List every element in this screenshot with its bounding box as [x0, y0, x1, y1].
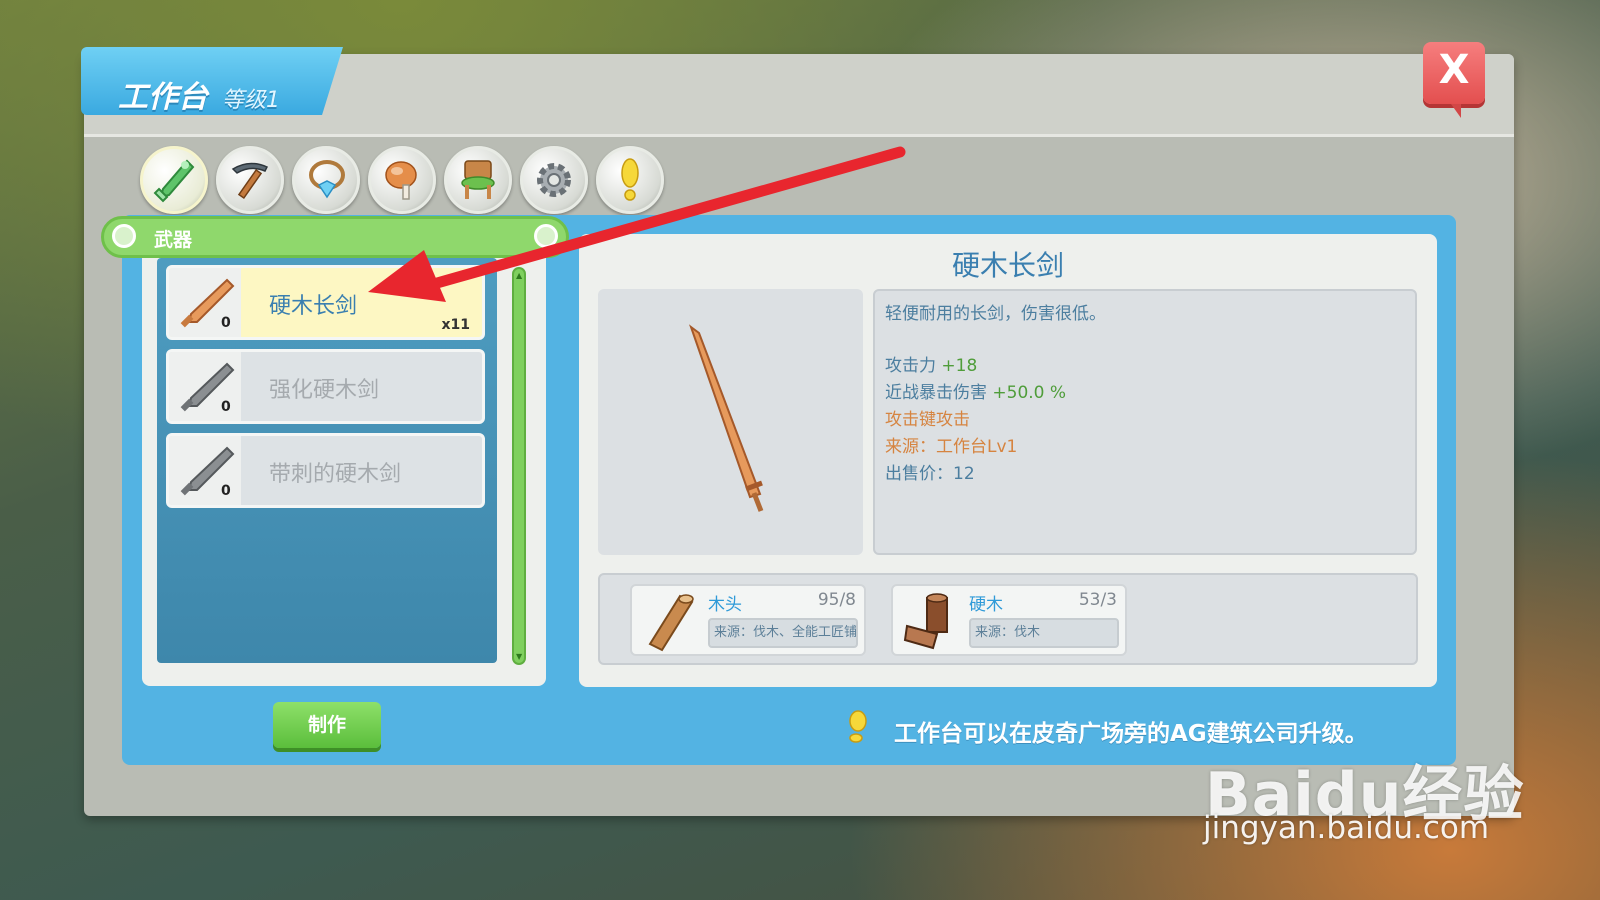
window-title: 工作台 等级1	[118, 72, 280, 116]
recipe-item[interactable]: 0 带刺的硬木剑	[166, 433, 485, 508]
stat-crit-label: 近战暴击伤害	[885, 383, 987, 403]
description-text: 轻便耐用的长剑，伤害很低。	[885, 304, 1106, 324]
panel-header: 工作台 等级1	[81, 47, 1514, 137]
tab-accessory[interactable]	[292, 146, 360, 214]
stat-attack-label: 攻击力	[885, 356, 936, 376]
craft-button[interactable]: 制作	[273, 702, 381, 748]
material-name: 木头	[708, 595, 742, 615]
close-button[interactable]: X	[1423, 42, 1485, 118]
material-item[interactable]: 硬木 53/3 来源：伐木	[891, 584, 1127, 656]
scroll-up-icon[interactable]: ▲	[516, 271, 522, 280]
hardwood-icon	[903, 593, 948, 650]
material-source: 来源：伐木、全能工匠铺	[708, 618, 858, 648]
tab-furniture[interactable]	[444, 146, 512, 214]
exclamation-icon	[621, 158, 639, 201]
pendant-icon	[309, 160, 345, 199]
tab-food[interactable]	[368, 146, 436, 214]
wooden-longsword-icon	[688, 324, 764, 512]
material-count: 53/3	[1078, 590, 1117, 610]
item-preview	[598, 289, 863, 555]
item-title: 硬木长剑	[951, 249, 1064, 282]
recipe-owned-count: 0	[221, 483, 231, 499]
stat-crit: 近战暴击伤害 +50.0 %	[885, 378, 1066, 403]
pickaxe-icon	[231, 162, 269, 200]
material-count: 95/8	[817, 590, 856, 610]
stat-attack-value: +18	[941, 356, 978, 376]
window-title-text: 工作台	[118, 80, 208, 115]
green-sword-icon	[153, 159, 195, 203]
meat-icon	[385, 161, 417, 200]
material-item[interactable]: 木头 95/8 来源：伐木、全能工匠铺	[630, 584, 866, 656]
recipe-item[interactable]: 0 硬木长剑 x11	[166, 265, 485, 340]
hint-text: 工作台可以在皮奇广场旁的AG建筑公司升级。	[894, 721, 1368, 747]
source-text: 来源：工作台Lv1	[885, 437, 1018, 457]
wood-log-icon	[648, 594, 694, 652]
hint-bulb-icon	[849, 710, 867, 743]
sell-price: 出售价：12	[885, 464, 975, 484]
recipe-owned-count: 0	[221, 399, 231, 415]
recipe-item[interactable]: 0 强化硬木剑	[166, 349, 485, 424]
item-description: 轻便耐用的长剑，伤害很低。 攻击力 +18 近战暴击伤害 +50.0 % 攻击键…	[873, 289, 1417, 555]
material-source: 来源：伐木	[969, 618, 1119, 648]
tab-quest[interactable]	[596, 146, 664, 214]
recipe-name: 带刺的硬木剑	[269, 462, 402, 487]
attack-key-text: 攻击键攻击	[885, 410, 970, 430]
stat-crit-value: +50.0 %	[992, 383, 1067, 403]
category-label: 武器	[154, 229, 193, 251]
category-tabs	[140, 146, 664, 214]
recipe-name: 强化硬木剑	[269, 378, 380, 403]
tab-parts[interactable]	[520, 146, 588, 214]
recipe-scrollbar[interactable]: ▲ ▼	[512, 267, 526, 665]
category-header: 武器	[101, 216, 569, 258]
recipe-name: 硬木长剑	[269, 294, 358, 319]
watermark-url: jingyan.baidu.com	[1203, 810, 1490, 846]
tab-weapon[interactable]	[140, 146, 208, 214]
gear-icon	[537, 163, 571, 197]
recipe-owned-count: 0	[221, 315, 231, 331]
category-knob-left	[112, 224, 136, 248]
material-name: 硬木	[969, 595, 1003, 615]
category-knob-right	[534, 224, 558, 248]
scroll-down-icon[interactable]: ▼	[516, 652, 522, 661]
chair-icon	[461, 160, 495, 199]
stat-attack: 攻击力 +18	[885, 351, 977, 376]
recipe-quantity: x11	[441, 317, 470, 333]
workbench-level: 等级1	[222, 88, 280, 113]
tab-tools[interactable]	[216, 146, 284, 214]
